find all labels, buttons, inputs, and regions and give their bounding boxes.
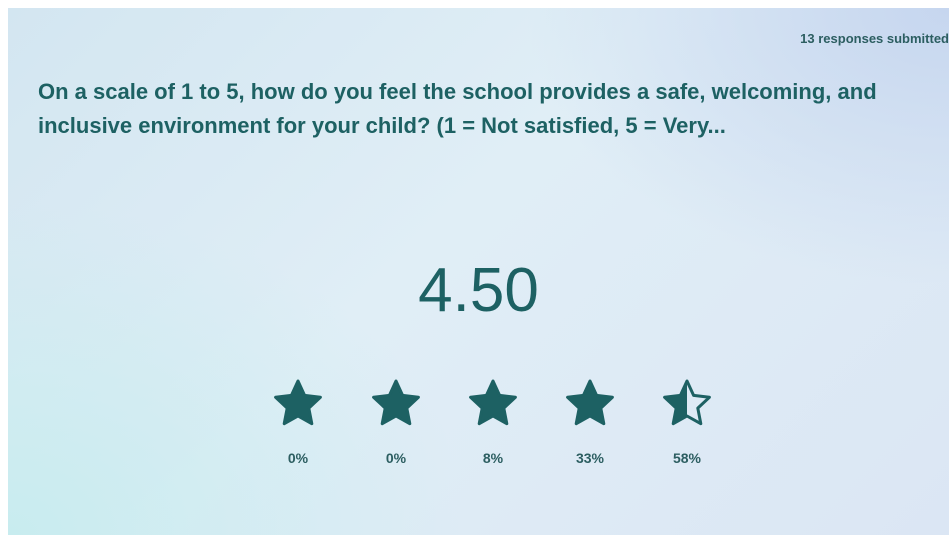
- rating-1-column: 0%: [258, 378, 338, 466]
- rating-3-percent: 8%: [482, 450, 504, 466]
- star-half-icon: [663, 379, 711, 426]
- rating-5-column: 58%: [647, 378, 727, 466]
- star-rating-distribution: 0% 0% 8% 33% 58%: [8, 378, 949, 478]
- star-filled-icon: [372, 379, 420, 426]
- rating-1-percent: 0%: [287, 450, 309, 466]
- rating-5-percent: 58%: [672, 450, 702, 466]
- rating-4-column: 33%: [550, 378, 630, 466]
- responses-count: 13 responses submitted: [800, 31, 949, 46]
- rating-results-panel: 13 responses submitted On a scale of 1 t…: [8, 8, 949, 535]
- rating-2-percent: 0%: [385, 450, 407, 466]
- rating-3-column: 8%: [453, 378, 533, 466]
- star-filled-icon: [566, 379, 614, 426]
- rating-2-column: 0%: [356, 378, 436, 466]
- rating-4-percent: 33%: [575, 450, 605, 466]
- question-text: On a scale of 1 to 5, how do you feel th…: [38, 79, 877, 138]
- average-rating: 4.50: [418, 256, 539, 325]
- star-filled-icon: [274, 379, 322, 426]
- star-filled-icon: [469, 379, 517, 426]
